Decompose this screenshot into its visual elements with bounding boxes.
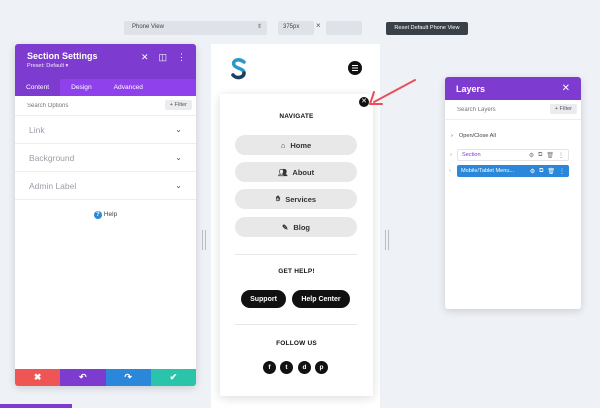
height-input[interactable]: [326, 21, 362, 35]
layer-row-section[interactable]: › Section ⚙ ⧉ 🗑︎ ⋮: [450, 149, 569, 161]
layer-label: Mobile/Tablet Menu...: [461, 168, 515, 174]
tab-design[interactable]: Design: [60, 79, 103, 96]
layers-title: Layers: [456, 83, 486, 94]
chevron-right-icon: ›: [450, 152, 452, 158]
navigate-heading: NAVIGATE: [279, 113, 314, 120]
tab-advanced[interactable]: Advanced: [103, 79, 154, 96]
nav-link-blog[interactable]: ✎ Blog: [235, 217, 357, 237]
duplicate-icon[interactable]: ⧉: [539, 168, 543, 175]
open-close-all[interactable]: › Open/Close All: [451, 133, 496, 139]
site-logo-icon: [231, 58, 246, 80]
duplicate-icon[interactable]: ⧉: [538, 152, 542, 159]
settings-action-bar: ✖ ↶ ↷ ✔: [15, 369, 196, 386]
help-center-button[interactable]: Help Center: [292, 290, 350, 308]
search-options-input[interactable]: [27, 102, 127, 109]
group-background[interactable]: Background ⌄: [15, 144, 196, 172]
chevron-down-icon: ⌄: [175, 153, 182, 162]
gear-icon[interactable]: ⚙: [530, 168, 535, 175]
pinterest-icon[interactable]: p: [315, 361, 328, 374]
more-options-icon[interactable]: ⋮: [559, 168, 565, 175]
help-link[interactable]: ? Help: [15, 211, 196, 219]
dribbble-icon[interactable]: d: [298, 361, 311, 374]
nav-link-label: About: [292, 167, 315, 177]
group-admin-label-label: Admin Label: [29, 180, 77, 191]
trash-icon[interactable]: 🗑︎: [547, 168, 555, 175]
select-arrows-icon: ⇕: [256, 24, 262, 30]
layers-header: Layers ✕: [445, 77, 581, 100]
layer-row-mobile-menu[interactable]: › Mobile/Tablet Menu... ⚙ ⧉ 🗑︎ ⋮: [449, 165, 569, 177]
handshake-icon: ✋︎: [275, 194, 281, 203]
nav-link-label: Blog: [293, 222, 310, 232]
trash-icon[interactable]: 🗑︎: [546, 152, 554, 159]
chevron-right-icon: ›: [451, 133, 453, 139]
chevron-down-icon: ⌄: [175, 125, 182, 134]
group-link-label: Link: [29, 124, 45, 135]
pencil-icon: ✎: [282, 222, 289, 232]
section-settings-panel: Section Settings Preset: Default ▾ ✕ ◫ ⋮…: [15, 44, 196, 386]
menu-divider: [235, 324, 357, 325]
bottom-bar-strip: [0, 404, 72, 408]
support-button[interactable]: Support: [241, 290, 286, 308]
help-icon: ?: [93, 211, 102, 219]
group-admin-label[interactable]: Admin Label ⌄: [15, 172, 196, 200]
facebook-icon[interactable]: f: [263, 361, 276, 374]
layers-search-bar: + Filter: [445, 100, 581, 120]
layer-label: Section: [462, 152, 481, 158]
settings-header: Section Settings Preset: Default ▾ ✕ ◫ ⋮: [15, 44, 196, 79]
reset-phone-view-button[interactable]: Reset Default Phone View: [386, 22, 468, 35]
search-layers-input[interactable]: [457, 106, 527, 113]
hamburger-menu-icon[interactable]: [348, 61, 362, 75]
settings-header-icons: ✕ ◫ ⋮: [141, 52, 186, 63]
help-label: Help: [103, 211, 118, 218]
settings-search-bar: + Filter: [15, 96, 196, 116]
expand-icon[interactable]: ◫: [158, 52, 167, 63]
more-options-icon[interactable]: ⋮: [558, 152, 564, 159]
chevron-down-icon: ⌄: [175, 181, 182, 190]
nav-link-services[interactable]: ✋︎ Services: [235, 189, 357, 209]
save-button[interactable]: ✔: [150, 369, 196, 386]
twitter-icon[interactable]: t: [280, 361, 293, 374]
tab-content[interactable]: Content: [15, 79, 61, 96]
chevron-right-icon: ›: [449, 168, 451, 174]
settings-filter-button[interactable]: + Filter: [164, 100, 192, 110]
close-icon[interactable]: ✕: [141, 52, 149, 63]
layers-filter-button[interactable]: + Filter: [549, 104, 577, 114]
users-icon: 👥︎: [277, 167, 288, 177]
preset-selector[interactable]: Preset: Default ▾: [27, 63, 184, 69]
more-options-icon[interactable]: ⋮: [177, 52, 186, 63]
group-background-label: Background: [29, 152, 75, 163]
nav-link-label: Home: [290, 140, 312, 150]
nav-link-about[interactable]: 👥︎ About: [235, 162, 357, 182]
annotation-arrow-icon: [369, 79, 416, 105]
settings-tabs: Content Design Advanced: [15, 79, 196, 96]
cancel-button[interactable]: ✖: [15, 369, 61, 386]
nav-link-home[interactable]: ⌂ Home: [235, 135, 357, 155]
times-label: ×: [316, 21, 321, 30]
get-help-heading: GET HELP!: [278, 268, 315, 275]
home-icon: ⌂: [280, 140, 286, 150]
close-icon[interactable]: ✕: [562, 83, 570, 94]
width-input[interactable]: 375px: [278, 21, 314, 35]
follow-us-heading: FOLLOW US: [276, 340, 317, 347]
redo-button[interactable]: ↷: [105, 369, 151, 386]
undo-button[interactable]: ↶: [60, 369, 106, 386]
mobile-menu: ✕ NAVIGATE ⌂ Home 👥︎ About ✋︎ Services ✎ Blo…: [220, 94, 373, 396]
gear-icon[interactable]: ⚙: [529, 152, 534, 159]
menu-divider: [235, 254, 357, 255]
resize-handle-right[interactable]: [385, 230, 389, 250]
layers-panel: Layers ✕ + Filter › Open/Close All › Sec…: [445, 77, 581, 309]
view-mode-value: Phone View: [132, 24, 164, 30]
view-mode-select[interactable]: Phone View ⇕: [124, 21, 267, 35]
open-close-label: Open/Close All: [458, 133, 496, 139]
resize-handle-left[interactable]: [202, 230, 206, 250]
group-link[interactable]: Link ⌄: [15, 116, 196, 144]
nav-link-label: Services: [285, 194, 317, 204]
